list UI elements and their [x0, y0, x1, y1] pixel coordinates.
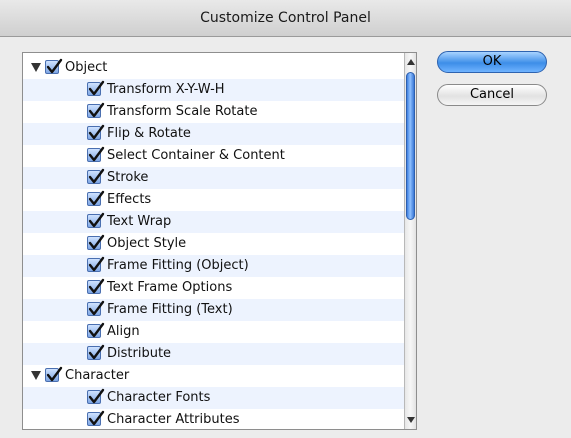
checkbox[interactable] — [87, 190, 105, 206]
checkmark-icon — [88, 300, 105, 316]
tree-item-label: Text Wrap — [107, 214, 172, 229]
tree-group-row[interactable]: Object — [23, 57, 405, 79]
ok-button[interactable]: OK — [437, 51, 547, 73]
dialog-title: Customize Control Panel — [200, 10, 371, 26]
checkmark-icon — [88, 344, 105, 360]
checkmark-icon — [88, 80, 105, 96]
checkbox[interactable] — [87, 80, 105, 96]
checkbox[interactable] — [87, 410, 105, 426]
cancel-button[interactable]: Cancel — [437, 84, 547, 106]
tree-item-row[interactable]: Flip & Rotate — [23, 123, 405, 145]
tree-item-label: Transform X-Y-W-H — [107, 82, 225, 97]
tree-item-row[interactable]: Character Fonts — [23, 387, 405, 409]
tree-item-label: Character — [65, 368, 130, 383]
disclosure-triangle-icon[interactable] — [31, 63, 41, 72]
disclosure-triangle-icon[interactable] — [31, 371, 41, 380]
tree-item-label: Stroke — [107, 170, 149, 185]
tree-item-label: Character Fonts — [107, 390, 211, 405]
tree-item-row[interactable]: Effects — [23, 189, 405, 211]
checkbox[interactable] — [87, 300, 105, 316]
checkbox[interactable] — [87, 388, 105, 404]
scroll-down-arrow-icon[interactable] — [407, 417, 415, 423]
tree-item-row[interactable]: Object Style — [23, 233, 405, 255]
checkmark-icon — [88, 256, 105, 272]
checkmark-icon — [88, 124, 105, 140]
tree-item-row[interactable]: Transform Scale Rotate — [23, 101, 405, 123]
checkmark-icon — [88, 388, 105, 404]
checkmark-icon — [88, 234, 105, 250]
checkmark-icon — [88, 190, 105, 206]
tree-item-row[interactable]: Stroke — [23, 167, 405, 189]
checkbox[interactable] — [87, 278, 105, 294]
tree-item-row[interactable]: Text Wrap — [23, 211, 405, 233]
checkmark-icon — [88, 278, 105, 294]
tree-item-row[interactable]: Distribute — [23, 343, 405, 365]
checkbox[interactable] — [45, 366, 63, 382]
tree-item-label: Select Container & Content — [107, 148, 285, 163]
tree-item-label: Frame Fitting (Text) — [107, 302, 233, 317]
checkmark-icon — [88, 146, 105, 162]
checkbox[interactable] — [87, 344, 105, 360]
tree-item-row[interactable]: Character Attributes — [23, 409, 405, 429]
tree-item-label: Transform Scale Rotate — [107, 104, 258, 119]
checkmark-icon — [88, 322, 105, 338]
tree-item-row[interactable]: Select Container & Content — [23, 145, 405, 167]
tree-item-label: Effects — [107, 192, 152, 207]
checkmark-icon — [46, 366, 63, 382]
scroll-thumb[interactable] — [406, 72, 415, 220]
title-bar: Customize Control Panel — [0, 0, 571, 37]
tree-item-label: Align — [107, 324, 140, 339]
tree-item-row[interactable]: Text Frame Options — [23, 277, 405, 299]
checkmark-icon — [88, 410, 105, 426]
dialog-body: Object Transform X-Y-W-H Transform Scale R… — [0, 37, 571, 438]
checkbox[interactable] — [87, 234, 105, 250]
tree-item-row[interactable]: Align — [23, 321, 405, 343]
tree-item-row[interactable]: Frame Fitting (Object) — [23, 255, 405, 277]
checkmark-icon — [88, 168, 105, 184]
checkbox[interactable] — [87, 124, 105, 140]
checkbox[interactable] — [87, 256, 105, 272]
control-list[interactable]: Object Transform X-Y-W-H Transform Scale R… — [22, 52, 417, 430]
tree-item-row[interactable]: Transform X-Y-W-H — [23, 79, 405, 101]
checkbox[interactable] — [87, 322, 105, 338]
tree-item-label: Object — [65, 60, 108, 75]
scroll-up-arrow-icon[interactable] — [407, 59, 415, 65]
tree-item-label: Distribute — [107, 346, 172, 361]
checkmark-icon — [88, 102, 105, 118]
checkbox[interactable] — [45, 58, 63, 74]
tree-item-label: Character Attributes — [107, 412, 240, 427]
tree-item-label: Flip & Rotate — [107, 126, 191, 141]
checkbox[interactable] — [87, 102, 105, 118]
checkbox[interactable] — [87, 212, 105, 228]
tree-item-label: Frame Fitting (Object) — [107, 258, 249, 273]
tree-item-row[interactable]: Frame Fitting (Text) — [23, 299, 405, 321]
tree-item-label: Text Frame Options — [107, 280, 233, 295]
checkmark-icon — [46, 58, 63, 74]
vertical-scrollbar[interactable] — [404, 53, 416, 429]
checkmark-icon — [88, 212, 105, 228]
checkbox[interactable] — [87, 168, 105, 184]
tree-group-row[interactable]: Character — [23, 365, 405, 387]
tree-item-label: Object Style — [107, 236, 187, 251]
checkbox[interactable] — [87, 146, 105, 162]
